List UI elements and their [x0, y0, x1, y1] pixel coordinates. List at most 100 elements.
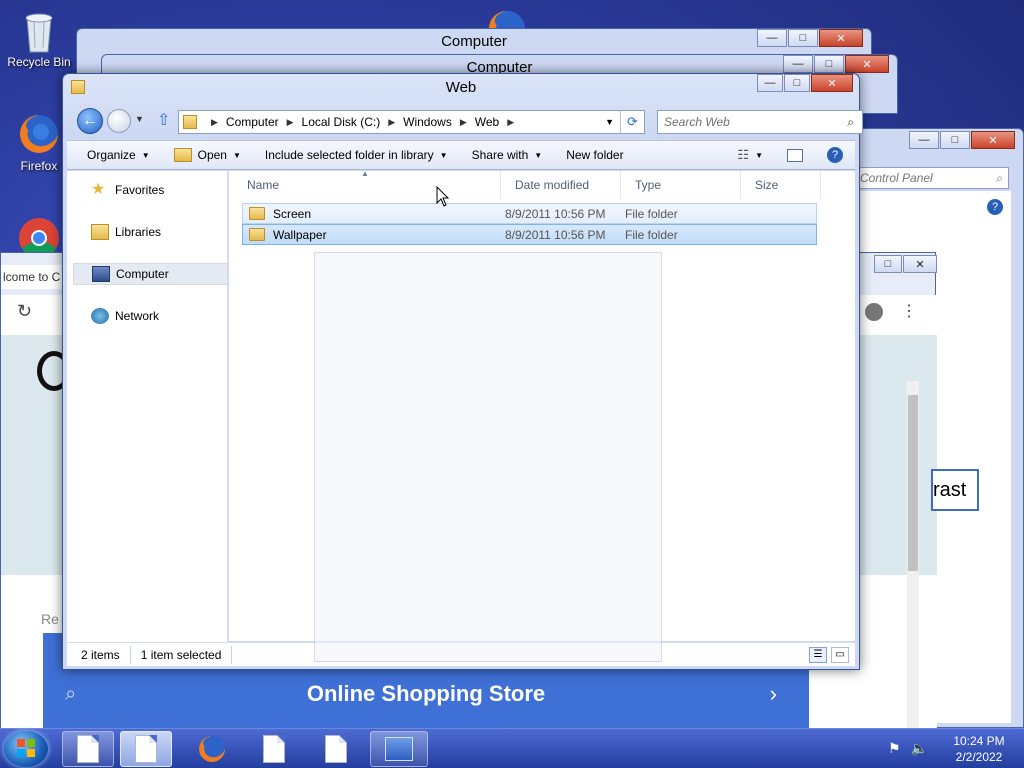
breadcrumb-arrow-icon[interactable]: ▶: [460, 117, 467, 128]
new-folder-button[interactable]: New folder: [554, 143, 635, 167]
breadcrumb-arrow-icon[interactable]: ▶: [211, 117, 218, 128]
system-tray: ⚑ 🔈: [888, 740, 928, 757]
minimize-button[interactable]: —: [909, 131, 939, 149]
close-button[interactable]: ✕: [971, 131, 1015, 149]
preview-pane-button[interactable]: [775, 143, 815, 167]
minimize-button[interactable]: —: [757, 74, 783, 92]
start-button[interactable]: [4, 731, 48, 767]
recent-pages-chevron-icon[interactable]: ▼: [135, 114, 144, 124]
minimize-button[interactable]: —: [783, 55, 813, 73]
large-icons-view-icon[interactable]: ▭: [831, 646, 849, 663]
maximize-button[interactable]: □: [940, 131, 970, 149]
firefox-icon: [17, 112, 61, 156]
volume-icon[interactable]: 🔈: [911, 740, 928, 757]
help-button[interactable]: ?: [815, 143, 855, 167]
folder-icon: [249, 228, 265, 241]
maximize-button[interactable]: □: [874, 255, 902, 273]
star-icon: ★: [91, 181, 106, 198]
help-icon: ?: [827, 147, 843, 163]
breadcrumb-local-disk[interactable]: Local Disk (C:): [302, 115, 381, 129]
network-icon: [91, 308, 109, 324]
window-title: Computer: [441, 33, 507, 50]
reload-icon[interactable]: ↻: [17, 301, 32, 322]
view-options-icon: ☷: [737, 147, 750, 162]
search-icon[interactable]: ⌕: [847, 115, 854, 130]
control-panel-icon: [385, 737, 413, 761]
column-header-type[interactable]: Type: [621, 171, 741, 199]
taskbar-document-3[interactable]: [248, 731, 300, 767]
nav-computer[interactable]: Computer: [73, 263, 228, 285]
recycle-bin-label: Recycle Bin: [7, 55, 71, 69]
help-icon[interactable]: ?: [987, 199, 1003, 215]
breadcrumb-computer[interactable]: Computer: [226, 115, 279, 129]
file-row[interactable]: Wallpaper 8/9/2011 10:56 PM File folder: [242, 224, 817, 245]
back-button[interactable]: ←: [77, 108, 103, 134]
refresh-icon[interactable]: ⟳: [620, 111, 644, 133]
details-view-icon[interactable]: ☰: [809, 646, 827, 663]
taskbar-firefox[interactable]: [186, 731, 238, 767]
close-button[interactable]: ✕: [811, 74, 853, 92]
search-input[interactable]: Search Web ⌕: [657, 110, 863, 134]
contrast-text: rast: [933, 479, 967, 501]
breadcrumb-arrow-icon[interactable]: ▶: [388, 117, 395, 128]
clock[interactable]: 10:24 PM 2/2/2022: [940, 733, 1018, 765]
contrast-box[interactable]: rast: [931, 469, 979, 511]
recycle-bin-icon: [17, 8, 61, 53]
open-button[interactable]: Open ▼: [162, 143, 253, 167]
maximize-button[interactable]: □: [814, 55, 844, 73]
taskbar-document-4[interactable]: [310, 731, 362, 767]
file-name: Wallpaper: [273, 227, 327, 242]
maximize-button[interactable]: □: [784, 74, 810, 92]
browser-scrollbar[interactable]: [907, 381, 919, 728]
close-button[interactable]: ✕: [819, 29, 863, 47]
chevron-down-icon: ▼: [755, 150, 763, 160]
control-panel-search[interactable]: Control Panel ⌕: [855, 167, 1009, 189]
column-header-name[interactable]: Name: [233, 171, 501, 199]
address-bar[interactable]: ▶ Computer ▶ Local Disk (C:) ▶ Windows ▶…: [178, 110, 645, 134]
up-arrow-icon[interactable]: ⇧: [157, 110, 170, 130]
nav-network[interactable]: Network: [73, 305, 228, 327]
menu-icon[interactable]: ⋮: [901, 301, 917, 321]
maximize-button[interactable]: □: [788, 29, 818, 47]
preview-pane-icon: [787, 148, 803, 162]
libraries-icon: [91, 224, 109, 240]
scroll-thumb[interactable]: [908, 395, 918, 571]
taskbar-document-2[interactable]: [120, 731, 172, 767]
breadcrumb-arrow-icon[interactable]: ▶: [287, 117, 294, 128]
forward-button[interactable]: [107, 109, 131, 133]
nav-favorites[interactable]: ★ Favorites: [73, 179, 228, 201]
organize-button[interactable]: Organize ▼: [67, 143, 162, 167]
file-row[interactable]: Screen 8/9/2011 10:56 PM File folder: [242, 203, 817, 224]
profile-icon[interactable]: [865, 303, 883, 321]
recycle-bin-shortcut[interactable]: Recycle Bin: [2, 8, 76, 69]
taskbar-document-1[interactable]: [62, 731, 114, 767]
document-icon: [77, 735, 99, 763]
close-button[interactable]: ✕: [845, 55, 889, 73]
nav-libraries[interactable]: Libraries: [73, 221, 228, 243]
mouse-cursor-icon: [436, 185, 450, 211]
browser-tab-title: lcome to C: [3, 270, 61, 284]
minimize-button[interactable]: —: [757, 29, 787, 47]
file-type: File folder: [625, 227, 678, 242]
address-dropdown-icon[interactable]: ▼: [605, 117, 614, 127]
breadcrumb-arrow-icon[interactable]: ▶: [507, 117, 514, 128]
include-in-library-button[interactable]: Include selected folder in library ▼: [253, 143, 460, 167]
taskbar-control-panel[interactable]: [370, 731, 428, 767]
nav-favorites-label: Favorites: [115, 183, 165, 197]
breadcrumb-windows[interactable]: Windows: [403, 115, 452, 129]
change-view-button[interactable]: ☷ ▼: [725, 143, 775, 167]
computer-icon: [92, 266, 110, 282]
reload-text: Re: [41, 611, 59, 627]
column-header-date[interactable]: Date modified: [501, 171, 621, 199]
share-with-button[interactable]: Share with ▼: [460, 143, 555, 167]
flag-icon[interactable]: ⚑: [888, 740, 901, 757]
shopping-banner-title: Online Shopping Store: [306, 681, 546, 706]
chevron-right-icon[interactable]: ›: [770, 681, 777, 707]
close-button[interactable]: ✕: [903, 255, 937, 273]
column-header-size[interactable]: Size: [741, 171, 821, 199]
file-name: Screen: [273, 206, 312, 221]
file-type: File folder: [625, 206, 678, 221]
clock-date: 2/2/2022: [955, 750, 1003, 764]
breadcrumb-web[interactable]: Web: [475, 115, 499, 129]
address-row: ← ▼ ⇧ ▶ Computer ▶ Local Disk (C:) ▶ Win…: [73, 108, 863, 136]
